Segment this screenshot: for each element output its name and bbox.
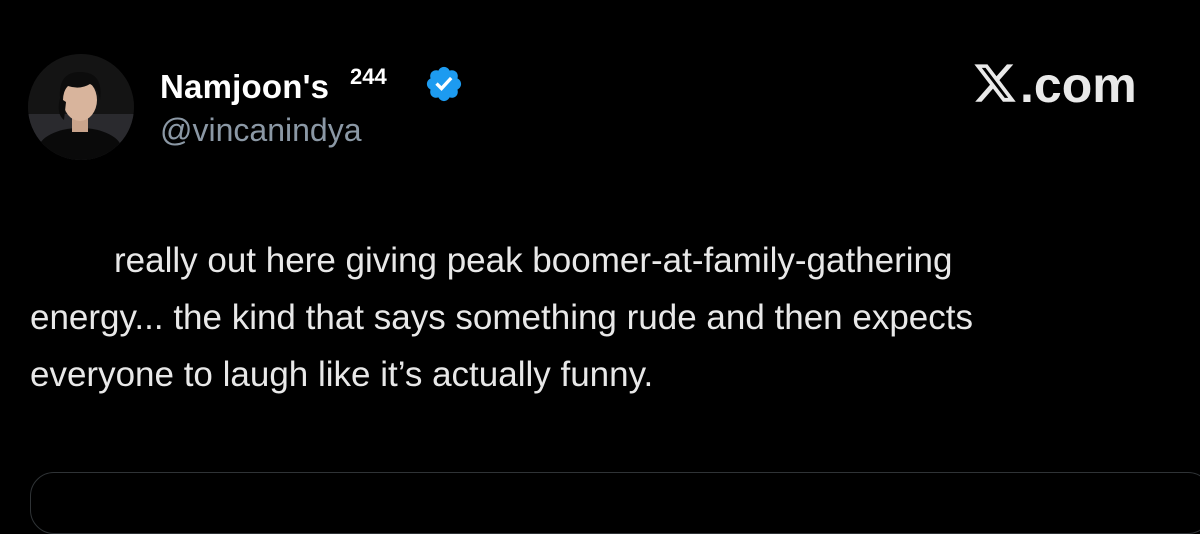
verified-badge-icon [426, 66, 462, 102]
display-name-superscript: 244 [350, 64, 387, 89]
brand-watermark: .com [972, 56, 1137, 114]
tweet-text-line-1: really out here giving peak boomer-at-fa… [114, 241, 953, 280]
display-name[interactable]: Namjoon's [160, 68, 329, 106]
tweet-text-line-2: energy... the kind that says something r… [30, 298, 973, 337]
tweet-text: really out here giving peak boomer-at-fa… [30, 232, 1198, 403]
quoted-tweet-card[interactable] [30, 472, 1200, 534]
x-logo-icon [974, 64, 1016, 102]
tweet-text-line-3: everyone to laugh like it’s actually fun… [30, 355, 654, 394]
author-handle[interactable]: @vincanindya [160, 112, 361, 149]
tweet: Namjoon's 244 @vincanindya .com really o… [0, 0, 1200, 534]
avatar[interactable] [28, 54, 134, 160]
brand-label: .com [1020, 57, 1137, 113]
